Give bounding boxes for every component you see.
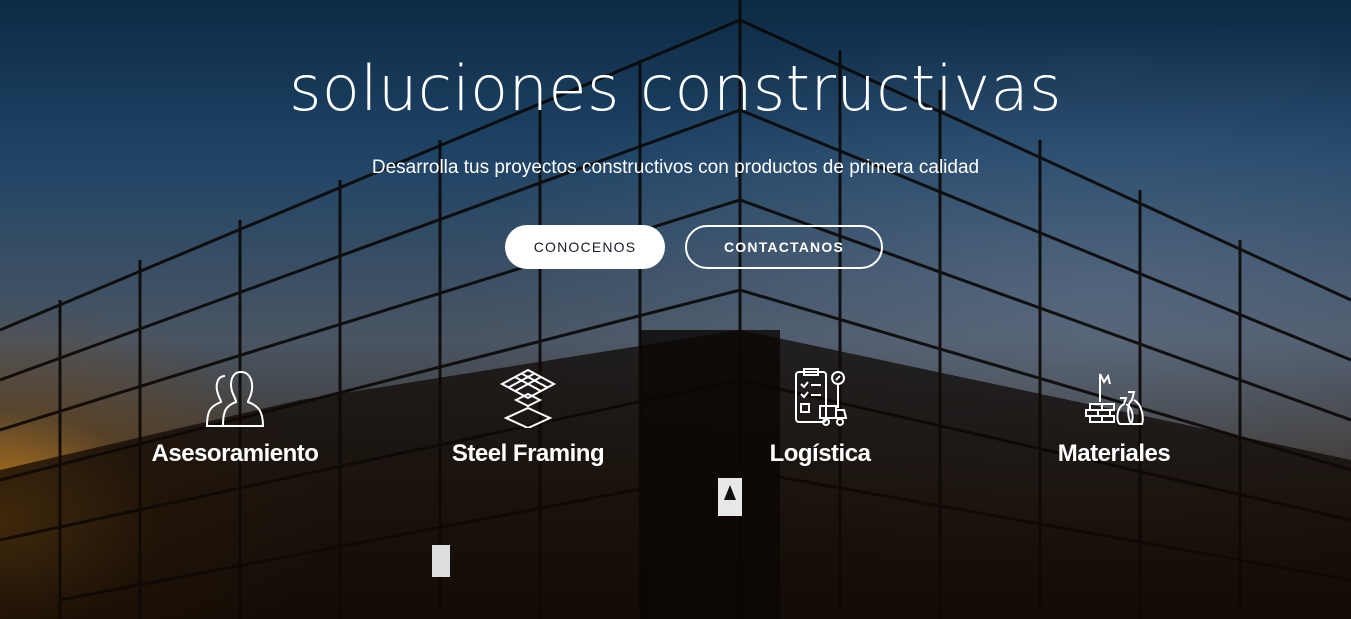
feature-label: Materiales <box>1057 440 1171 467</box>
feature-materiales[interactable]: Materiales <box>994 368 1234 468</box>
layers-grid-icon <box>499 368 557 428</box>
feature-label: Steel Framing <box>451 440 605 467</box>
feature-label: Asesoramiento <box>151 440 319 467</box>
bricks-bags-icon <box>1085 373 1144 425</box>
feature-asesoramiento[interactable]: Asesoramiento <box>115 368 355 468</box>
hero-subtitle: Desarrolla tus proyectos constructivos c… <box>371 157 980 178</box>
feature-label: Logística <box>769 440 871 467</box>
hero-title: soluciones constructivas <box>289 52 1062 125</box>
feature-logistica[interactable]: Logística <box>700 368 940 468</box>
conocenos-button[interactable]: CONOCENOS <box>505 225 665 269</box>
users-icon <box>205 370 265 427</box>
feature-steel-framing[interactable]: Steel Framing <box>408 368 648 468</box>
clipboard-truck-icon <box>795 368 848 426</box>
hero-section: soluciones constructivas Desarrolla tus … <box>0 0 1351 619</box>
contactanos-button[interactable]: CONTACTANOS <box>685 225 883 269</box>
